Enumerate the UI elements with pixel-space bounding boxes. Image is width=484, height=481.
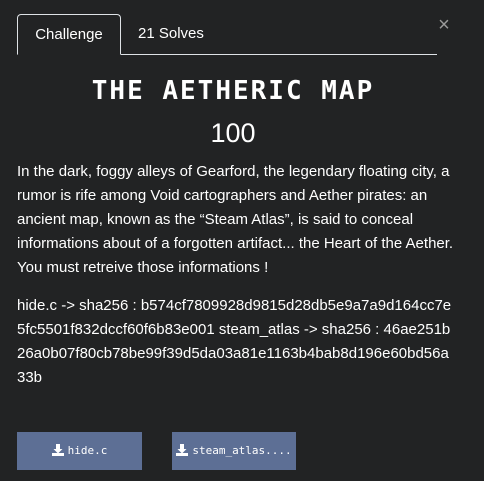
file-hashes: hide.c -> sha256 : b574cf7809928d9815d28… — [17, 297, 452, 386]
challenge-description: In the dark, foggy alleys of Gearford, t… — [17, 160, 457, 404]
download-hide-c-button[interactable]: hide.c — [17, 432, 142, 470]
download-icon — [51, 444, 64, 456]
description-text: In the dark, foggy alleys of Gearford, t… — [17, 163, 454, 276]
tab-solves[interactable]: 21 Solves — [138, 14, 204, 54]
close-icon[interactable]: × — [437, 15, 451, 35]
challenge-title: THE AETHERIC MAP — [91, 76, 375, 106]
file-label: hide.c — [67, 444, 108, 457]
tab-bar: Challenge 21 Solves — [17, 14, 437, 55]
file-label: steam_atlas.... — [192, 444, 292, 457]
challenge-value: 100 — [210, 118, 256, 148]
challenge-modal: × Challenge 21 Solves THE AETHERIC MAP 1… — [0, 0, 484, 481]
tab-challenge[interactable]: Challenge — [17, 14, 121, 55]
download-icon — [176, 444, 189, 456]
download-steam-atlas-button[interactable]: steam_atlas.... — [172, 432, 296, 470]
